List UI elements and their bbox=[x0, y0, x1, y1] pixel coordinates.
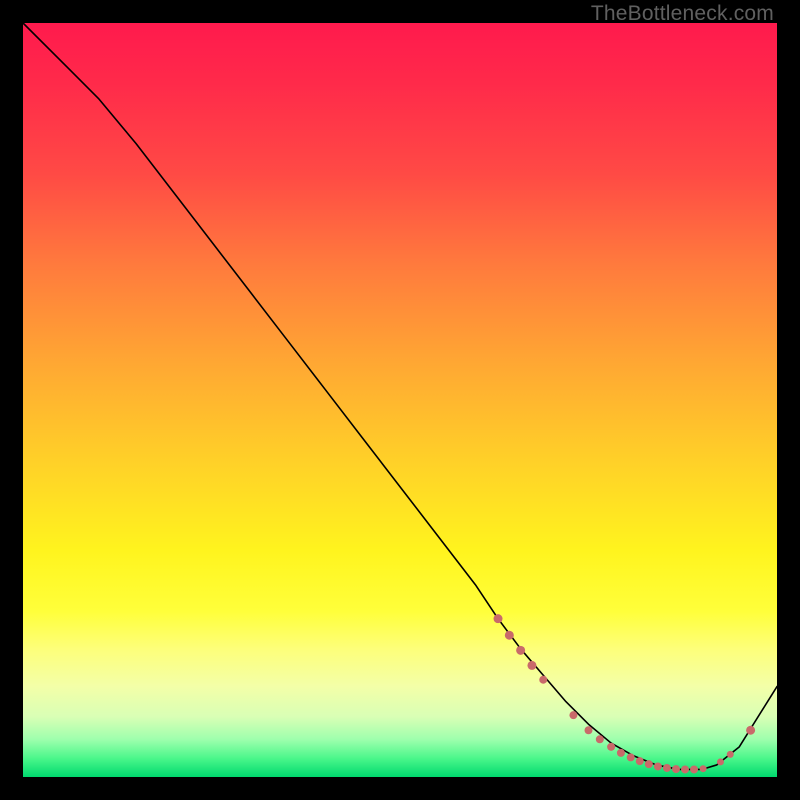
marker-dot bbox=[700, 765, 707, 772]
marker-dot bbox=[681, 765, 689, 773]
marker-dot bbox=[663, 764, 671, 772]
marker-dot bbox=[617, 749, 625, 757]
bottleneck-curve bbox=[23, 23, 777, 769]
marker-dot bbox=[516, 646, 525, 655]
marker-dot bbox=[690, 765, 698, 773]
marker-dot bbox=[672, 765, 680, 773]
marker-dot bbox=[505, 631, 514, 640]
marker-dot bbox=[585, 726, 593, 734]
marker-dot bbox=[494, 614, 503, 623]
chart-svg bbox=[23, 23, 777, 777]
marker-dot bbox=[539, 676, 547, 684]
marker-dot bbox=[627, 753, 635, 761]
marker-dot bbox=[654, 762, 662, 770]
chart-plot-area bbox=[23, 23, 777, 777]
marker-dot bbox=[527, 661, 536, 670]
marker-dot bbox=[717, 758, 724, 765]
marker-dot bbox=[596, 735, 604, 743]
marker-dot bbox=[746, 726, 755, 735]
watermark-text: TheBottleneck.com bbox=[591, 2, 774, 26]
marker-dot bbox=[727, 751, 734, 758]
marker-dot bbox=[569, 711, 577, 719]
marker-dot bbox=[636, 757, 644, 765]
marker-dot bbox=[645, 760, 653, 768]
marker-dot bbox=[607, 743, 615, 751]
chart-stage: TheBottleneck.com bbox=[0, 0, 800, 800]
marker-group bbox=[494, 614, 756, 773]
